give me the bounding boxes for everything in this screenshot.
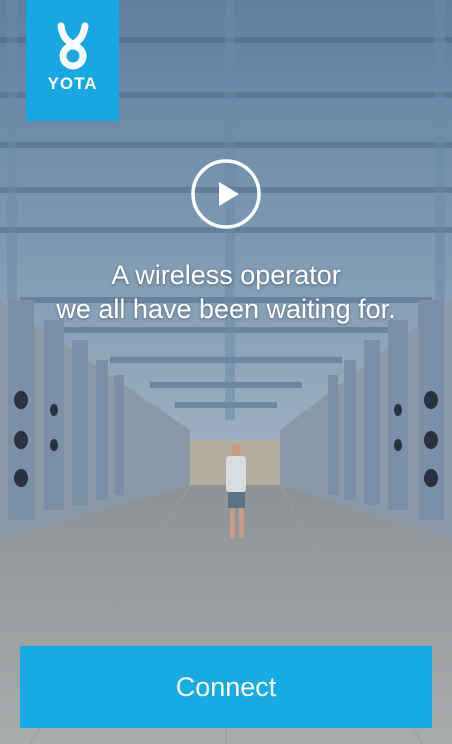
tagline: A wireless operator we all have been wai… [0, 258, 452, 326]
play-icon[interactable] [190, 158, 262, 230]
yota-logo: YOTA [26, 0, 119, 121]
brand-name: YOTA [47, 74, 98, 93]
tagline-line-1: A wireless operator [111, 260, 341, 290]
tagline-line-2: we all have been waiting for. [56, 294, 396, 324]
connect-button[interactable]: Connect [20, 646, 432, 728]
yota-logo-icon [57, 22, 88, 70]
